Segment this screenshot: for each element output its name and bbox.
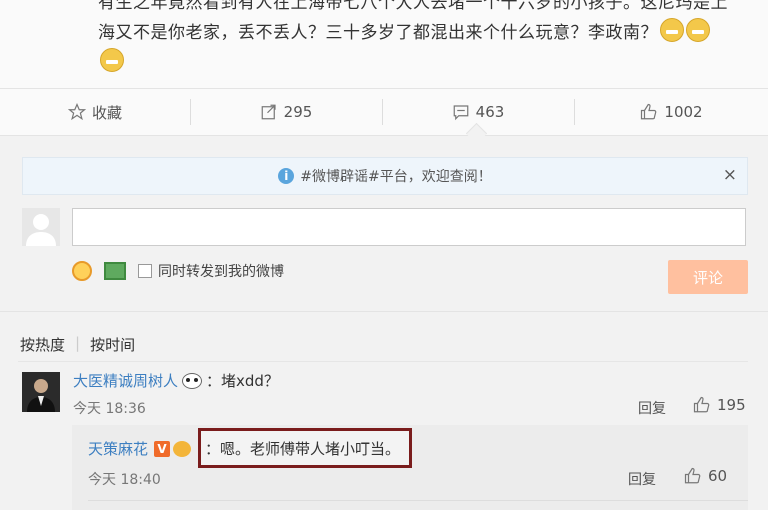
close-icon[interactable]: ×: [723, 165, 737, 185]
favorite-label: 收藏: [91, 103, 122, 122]
repost-button[interactable]: 295: [191, 89, 381, 135]
notice-text[interactable]: #微博辟谣#平台，欢迎查阅！: [300, 166, 491, 186]
submit-comment-button[interactable]: 评论: [668, 260, 748, 294]
sort-tabs: 按热度 | 按时间: [20, 334, 135, 355]
vip-badge-icon: [173, 440, 192, 457]
like-button[interactable]: 1002: [575, 89, 768, 135]
default-avatar-icon: [26, 214, 56, 246]
thumbs-up-icon: [684, 467, 701, 484]
avatar: [22, 208, 60, 246]
thumbs-up-icon: [693, 396, 710, 413]
divider: [18, 361, 748, 362]
user-avatar-icon: [22, 372, 60, 412]
post-text-line2: 海又不是你老家，丢不丢人？三十多岁了都混出来个什么玩意？李政南？: [98, 18, 738, 48]
sort-separator: |: [75, 334, 81, 352]
post-text-line3: [98, 48, 738, 78]
post-body: 有生之年竟然看到有人在上海带七八个大人去堵一个十六岁的小孩子。这尼玛是上 海又不…: [0, 0, 768, 88]
like-count: 1002: [664, 103, 703, 121]
emoji-icon: [686, 18, 710, 42]
repost-icon: [261, 104, 276, 120]
comment-input[interactable]: [72, 208, 746, 246]
reply-like-button[interactable]: 60: [684, 467, 727, 485]
divider: [88, 500, 748, 501]
sort-by-hot-tab[interactable]: 按热度: [20, 334, 65, 355]
comment-text: ：堵xdd？: [206, 372, 279, 390]
reply-button[interactable]: 回复: [628, 469, 656, 489]
repost-checkbox-label[interactable]: 同时转发到我的微博: [158, 261, 284, 281]
reply-timestamp: 今天 18:40: [88, 472, 161, 488]
star-icon: [67, 103, 86, 121]
reply-username[interactable]: 天策麻花: [88, 438, 148, 459]
comment-username[interactable]: 大医精诚周树人: [73, 370, 178, 391]
composer-tools: 同时转发到我的微博: [72, 258, 284, 284]
post-actions-bar: 收藏 295 463 1002: [0, 88, 768, 136]
info-icon: i: [278, 168, 295, 184]
repost-checkbox[interactable]: [138, 264, 152, 278]
emoji-picker-icon[interactable]: [72, 261, 92, 281]
reply-header: 天策麻花 V: [88, 438, 192, 459]
repost-count: 295: [283, 103, 313, 121]
post-text: 有生之年竟然看到有人在上海带七八个大人去堵一个十六岁的小孩子。这尼玛是上 海又不…: [98, 0, 738, 78]
reply-button[interactable]: 回复: [638, 398, 666, 418]
highlighted-reply-text: ：嗯。老师傅带人堵小叮当。: [198, 428, 412, 468]
image-upload-icon[interactable]: [104, 262, 126, 280]
notice-bar: i #微博辟谣#平台，欢迎查阅！ ×: [22, 157, 748, 195]
avatar[interactable]: [22, 372, 60, 412]
favorite-button[interactable]: 收藏: [0, 89, 190, 135]
panda-badge-icon: [182, 372, 203, 389]
reply-like-count: 60: [708, 467, 728, 485]
comment-like-button[interactable]: 195: [693, 396, 746, 414]
emoji-icon: [660, 18, 684, 42]
comment-icon: [453, 105, 469, 121]
thumbs-up-icon: [641, 103, 657, 120]
verified-badge-icon: V: [154, 440, 171, 457]
divider: [0, 311, 768, 312]
comment-count: 463: [475, 103, 505, 121]
sort-by-time-tab[interactable]: 按时间: [90, 334, 135, 355]
comment-like-count: 195: [717, 396, 746, 414]
comment-timestamp: 今天 18:36: [73, 401, 146, 417]
comment-header: 大医精诚周树人 ：堵xdd？: [73, 370, 279, 391]
emoji-icon: [100, 48, 124, 72]
post-text-line1: 有生之年竟然看到有人在上海带七八个大人去堵一个十六岁的小孩子。这尼玛是上: [98, 0, 728, 13]
